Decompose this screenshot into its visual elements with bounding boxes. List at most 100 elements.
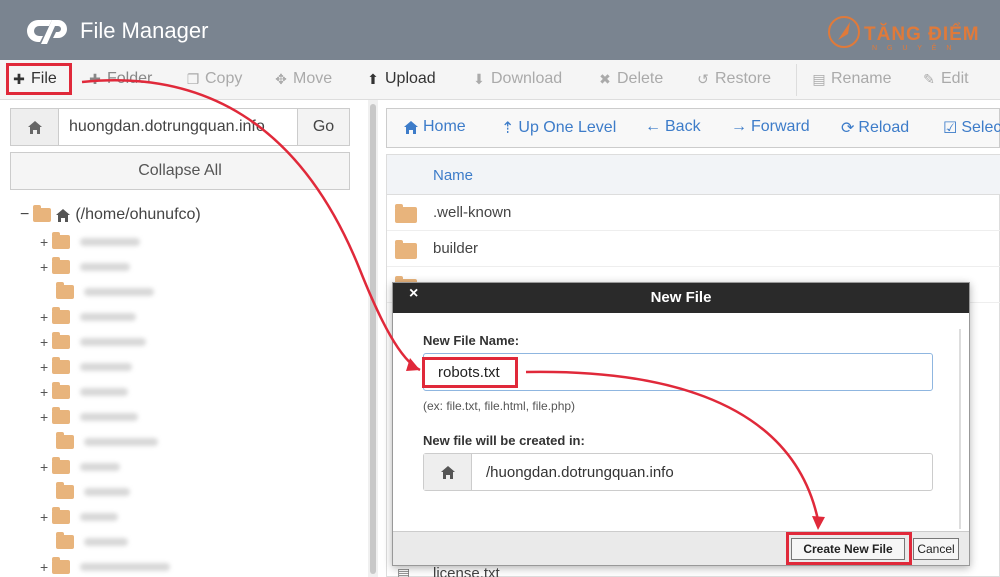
collapse-all-button[interactable]: Collapse All (10, 152, 350, 190)
tree-item[interactable]: + (40, 407, 139, 427)
tree-item[interactable]: + (40, 557, 171, 577)
column-header: Name (387, 155, 1000, 195)
expand-icon[interactable]: + (40, 359, 48, 375)
blurred-label (84, 288, 154, 296)
blurred-label (80, 563, 171, 571)
folder-icon (52, 232, 71, 249)
tree-item[interactable]: + (40, 257, 131, 277)
home-box (424, 454, 472, 490)
close-icon: ✖ (599, 70, 611, 87)
left-scrollbar-thumb[interactable] (370, 104, 376, 574)
tree-item[interactable]: + (40, 307, 137, 327)
blurred-label (80, 513, 119, 521)
path-bar: huongdan.dotrungquan.info Go (10, 108, 350, 146)
left-panel: huongdan.dotrungquan.info Go Collapse Al… (0, 100, 368, 577)
move-button[interactable]: ✥ Move (274, 70, 332, 88)
app-header: File Manager TĂNG ĐIỂM N G U Y Ê N (0, 0, 1000, 60)
blurred-label (80, 313, 137, 321)
new-folder-button[interactable]: ✚ Folder (88, 70, 152, 88)
target-dir-field[interactable]: /huongdan.dotrungquan.info (423, 453, 933, 491)
tree-item[interactable]: + (40, 232, 141, 252)
rename-label: Rename (831, 70, 892, 87)
expand-icon[interactable]: + (40, 409, 48, 425)
new-file-name-value: robots.txt (438, 364, 500, 381)
create-new-file-button[interactable]: Create New File (791, 538, 905, 560)
new-folder-label: Folder (107, 70, 153, 87)
restore-button[interactable]: ↺ Restore (696, 70, 771, 88)
forward-button[interactable]: → Forward (731, 118, 810, 136)
expand-icon[interactable]: + (40, 259, 48, 275)
tree-item[interactable]: + (40, 357, 133, 377)
go-button[interactable]: Go (297, 109, 349, 145)
expand-icon[interactable]: + (40, 509, 48, 525)
home-icon (27, 120, 42, 134)
edit-button[interactable]: ✎ Edit (922, 70, 969, 88)
checkbox-icon: ☑ (943, 120, 958, 137)
dialog-body: New File Name: robots.txt (ex: file.txt,… (393, 313, 969, 531)
home-nav-label: Home (423, 118, 466, 135)
expand-icon[interactable]: + (40, 384, 48, 400)
blurred-label (80, 263, 131, 271)
file-row[interactable]: .well-known (387, 195, 1000, 231)
home-button[interactable] (11, 109, 59, 145)
file-icon: ▤ (812, 70, 826, 87)
expand-icon[interactable]: + (40, 559, 48, 575)
home-nav-button[interactable]: Home (403, 118, 466, 136)
edit-label: Edit (941, 70, 969, 87)
download-icon: ⬇ (473, 70, 485, 87)
folder-icon (33, 205, 52, 222)
tree-item[interactable] (56, 282, 154, 302)
back-button[interactable]: ← Back (645, 118, 701, 136)
tree-item[interactable] (56, 432, 158, 452)
tree-root[interactable]: − (/home/ohunufco) (20, 205, 201, 224)
rename-button[interactable]: ▤ Rename (812, 70, 891, 88)
path-input[interactable]: huongdan.dotrungquan.info (69, 118, 265, 136)
file-name: .well-known (433, 204, 512, 221)
forward-label: Forward (751, 118, 810, 135)
up-one-level-button[interactable]: ⇡ Up One Level (501, 118, 616, 138)
tree-item[interactable]: + (40, 507, 119, 527)
expand-icon[interactable]: + (40, 334, 48, 350)
file-row[interactable]: builder (387, 231, 1000, 267)
delete-button[interactable]: ✖ Delete (598, 70, 663, 88)
move-label: Move (293, 70, 333, 87)
back-label: Back (665, 118, 701, 135)
target-dir-label: New file will be created in: (423, 433, 585, 448)
expand-icon[interactable]: + (40, 234, 48, 250)
new-file-name-input[interactable]: robots.txt (423, 353, 933, 391)
folder-icon (52, 357, 71, 374)
upload-button[interactable]: ⬆ Upload (366, 70, 436, 88)
collapse-icon[interactable]: − (20, 206, 29, 224)
expand-icon[interactable]: + (40, 309, 48, 325)
copy-button[interactable]: ❐ Copy (186, 70, 243, 88)
new-file-dialog: New File × New File Name: robots.txt (ex… (392, 282, 970, 566)
tree-item[interactable] (56, 532, 128, 552)
file-icon: ▤ (397, 565, 411, 577)
dialog-title: New File (650, 289, 712, 306)
folder-icon (52, 257, 71, 274)
reload-button[interactable]: ⟳ Reload (841, 118, 909, 138)
file-name-hint: (ex: file.txt, file.html, file.php) (423, 399, 576, 413)
download-button[interactable]: ⬇ Download (472, 70, 562, 88)
cancel-button[interactable]: Cancel (913, 538, 959, 560)
up-one-level-label: Up One Level (518, 119, 617, 136)
home-icon (404, 120, 418, 134)
blurred-label (80, 338, 147, 346)
folder-icon (52, 382, 71, 399)
expand-icon[interactable]: + (40, 459, 48, 475)
tree-item[interactable]: + (40, 382, 129, 402)
new-file-button[interactable]: ✚ File (12, 70, 57, 88)
tree-item[interactable] (56, 482, 130, 502)
select-all-button[interactable]: ☑ Selec (943, 118, 1000, 138)
level-up-icon: ⇡ (501, 120, 515, 137)
tree-item[interactable]: + (40, 332, 147, 352)
tree-item[interactable]: + (40, 457, 121, 477)
upload-icon: ⬆ (367, 70, 379, 87)
close-icon[interactable]: × (409, 285, 418, 303)
folder-icon (56, 482, 74, 499)
app-title: File Manager (80, 18, 209, 43)
name-column-header[interactable]: Name (433, 167, 473, 184)
folder-icon (52, 407, 71, 424)
dialog-scrollbar[interactable] (959, 329, 961, 529)
plus-icon: ✚ (89, 70, 101, 87)
